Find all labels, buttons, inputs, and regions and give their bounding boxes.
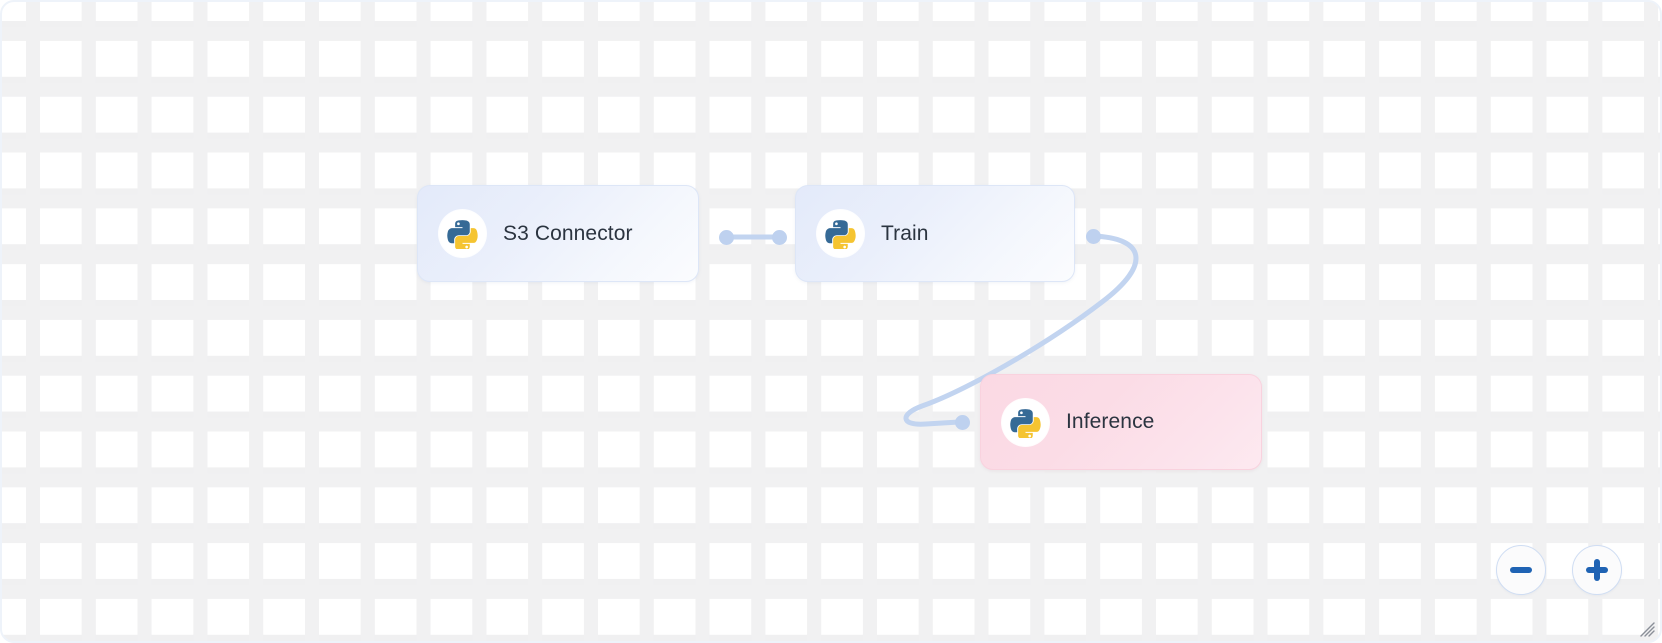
grid-background <box>2 2 1660 641</box>
zoom-out-button[interactable] <box>1496 545 1546 595</box>
node-label: Train <box>881 221 929 245</box>
edge-layer <box>723 233 1139 427</box>
node-inference[interactable]: Inference <box>980 374 1262 470</box>
resize-grip-icon[interactable] <box>1639 621 1655 637</box>
handle-inference-input[interactable] <box>955 415 970 430</box>
handle-train-output[interactable] <box>1086 229 1101 244</box>
flow-canvas[interactable]: S3 Connector Train Inference <box>0 0 1662 643</box>
node-s3-connector[interactable]: S3 Connector <box>417 185 699 282</box>
node-label: S3 Connector <box>503 221 633 245</box>
handle-s3-output[interactable] <box>719 230 734 245</box>
python-icon <box>439 210 486 257</box>
minus-icon <box>1510 559 1532 581</box>
node-label: Inference <box>1066 410 1155 433</box>
handle-train-input[interactable] <box>772 230 787 245</box>
node-train[interactable]: Train <box>795 185 1075 282</box>
python-icon <box>817 210 864 257</box>
plus-icon <box>1586 559 1608 581</box>
python-icon <box>1002 398 1049 446</box>
zoom-in-button[interactable] <box>1572 545 1622 595</box>
